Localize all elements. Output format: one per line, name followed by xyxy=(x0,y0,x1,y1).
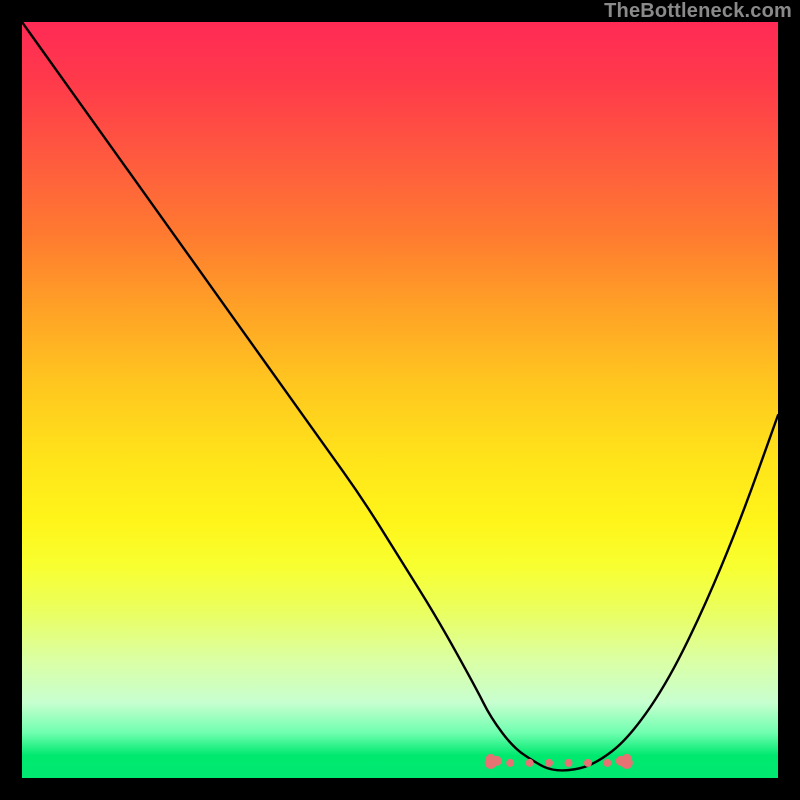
plot-area xyxy=(22,22,778,778)
flat-zone-dot xyxy=(584,759,592,767)
curve-path xyxy=(22,22,778,770)
flat-zone-dot xyxy=(565,759,573,767)
flat-zone-markers xyxy=(485,754,633,769)
chart-svg xyxy=(22,22,778,778)
flat-zone-dot xyxy=(545,759,553,767)
flat-zone-dot xyxy=(506,759,514,767)
flat-zone-end-dot xyxy=(492,756,502,766)
chart-frame: TheBottleneck.com xyxy=(0,0,800,800)
flat-zone-dot xyxy=(603,759,611,767)
flat-zone-end-dot xyxy=(622,754,632,764)
flat-zone-dot xyxy=(526,759,534,767)
bottleneck-curve xyxy=(22,22,778,770)
watermark-text: TheBottleneck.com xyxy=(604,0,792,23)
